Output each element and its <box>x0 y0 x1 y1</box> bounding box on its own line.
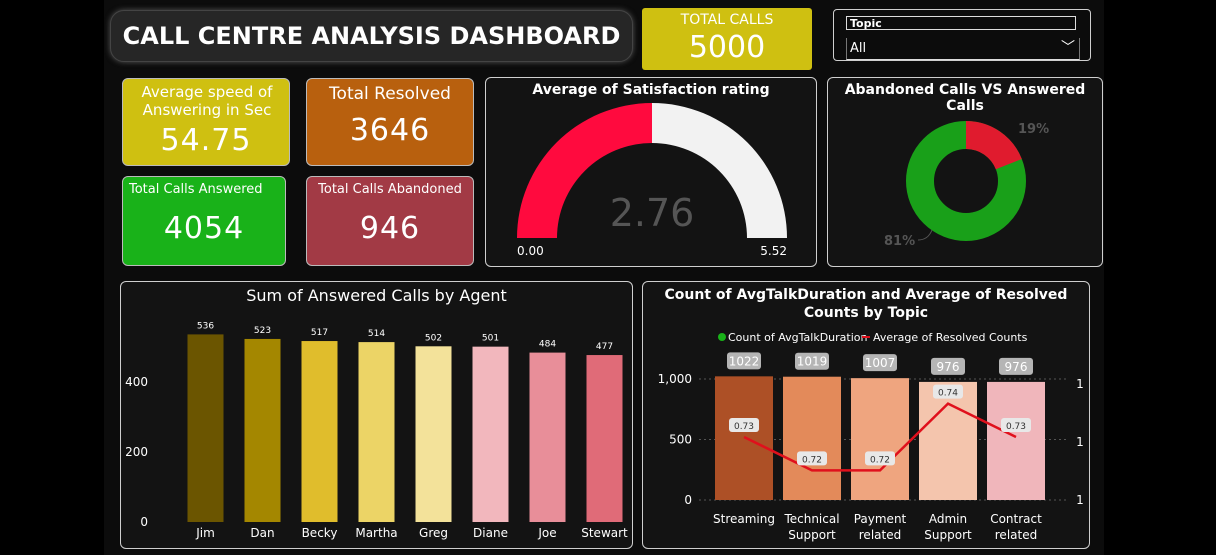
topic-x-tick: related <box>995 528 1037 542</box>
total-calls-card: TOTAL CALLS 5000 <box>642 8 812 70</box>
topic-bar-label: 976 <box>1005 360 1028 374</box>
topic-slicer-label: Topic <box>846 16 1076 30</box>
avg-speed-card: Average speed of Answering in Sec 54.75 <box>122 78 290 166</box>
donut-leader-line <box>917 229 933 241</box>
agent-bar-panel: Sum of Answered Calls by Agent 0 200 400 53… <box>120 281 633 549</box>
topic-bar <box>919 381 977 500</box>
agent-x-tick: Greg <box>419 526 448 540</box>
topic-x-tick: Support <box>924 528 972 542</box>
total-resolved-value: 3646 <box>349 113 431 148</box>
topic-y-tick-left: 0 <box>684 493 692 507</box>
agent-bar <box>415 346 452 522</box>
agent-bar-value-label: 502 <box>425 333 442 343</box>
donut-panel: Abandoned Calls VS Answered Calls 19% 81… <box>827 77 1103 267</box>
agent-bar <box>472 346 509 522</box>
topic-slicer-value: All <box>850 41 867 56</box>
agent-y-tick: 400 <box>125 375 148 389</box>
topic-bar-label: 1022 <box>729 354 760 368</box>
topic-bar <box>851 378 909 500</box>
agent-bar-value-label: 523 <box>254 326 271 336</box>
abandoned-card: Total Calls Abandoned 946 <box>306 176 474 266</box>
agent-x-tick: Dan <box>250 526 274 540</box>
topic-bar <box>783 376 841 500</box>
agent-x-tick: Martha <box>355 526 397 540</box>
dashboard-title: CALL CENTRE ANALYSIS DASHBOARD <box>110 10 633 62</box>
agent-x-tick: Joe <box>537 526 556 540</box>
agent-x-tick: Stewart <box>581 526 628 540</box>
answered-label: Total Calls Answered <box>129 182 263 197</box>
topic-bar <box>987 381 1045 500</box>
topic-bar-label: 1007 <box>865 356 896 370</box>
abandoned-value: 946 <box>359 211 421 246</box>
topic-x-tick: Streaming <box>713 512 775 526</box>
topic-y-tick-right: 1 <box>1076 377 1084 391</box>
total-resolved-card: Total Resolved 3646 <box>306 78 474 166</box>
agent-bar <box>586 355 623 522</box>
topic-line-label: 0.73 <box>1006 422 1026 432</box>
agent-bar-chart: 0 200 400 536 Jim 523 Dan 517 Becky 514 Martha 502 G… <box>125 321 628 540</box>
topic-line-label: 0.72 <box>802 455 822 465</box>
dashboard-title-text: CALL CENTRE ANALYSIS DASHBOARD <box>122 22 621 50</box>
legend-label-line: Average of Resolved Counts <box>873 331 1028 344</box>
topic-bar-label: 1019 <box>797 355 828 369</box>
answered-value: 4054 <box>163 211 245 246</box>
topic-y-tick-left: 1,000 <box>658 372 692 386</box>
topic-x-tick: Payment <box>854 512 907 526</box>
topic-x-tick: related <box>859 528 901 542</box>
agent-bar-value-label: 477 <box>596 342 613 352</box>
legend-dot-bar <box>718 333 726 341</box>
topic-line-label: 0.74 <box>938 389 958 399</box>
gauge-max-label: 5.52 <box>760 244 787 258</box>
agent-y-tick: 0 <box>140 515 148 529</box>
gauge-min-label: 0.00 <box>517 244 544 258</box>
agent-bar <box>529 352 566 522</box>
topic-x-tick: Admin <box>929 512 967 526</box>
agent-x-tick: Becky <box>302 526 338 540</box>
agent-bar-value-label: 484 <box>539 340 556 350</box>
satisfaction-gauge-panel: Average of Satisfaction rating 2.76 0.00… <box>485 77 817 267</box>
chevron-down-icon[interactable]: ﹀ <box>1061 37 1075 59</box>
topic-x-tick: Support <box>788 528 836 542</box>
total-resolved-label: Total Resolved <box>329 84 451 104</box>
donut-svg: 19% 81% <box>884 121 1049 249</box>
topic-y-tick-right: 1 <box>1076 435 1084 449</box>
topic-slicer[interactable]: Topic All ﹀ <box>833 9 1091 61</box>
agent-bar <box>358 342 395 522</box>
total-calls-label: TOTAL CALLS <box>680 12 774 28</box>
total-calls-value: 5000 <box>688 30 766 65</box>
topic-x-tick: Technical <box>783 512 839 526</box>
donut-label-abandoned: 19% <box>1018 122 1049 137</box>
topic-bar-label: 976 <box>937 360 960 374</box>
topic-combo-chart: Count of AvgTalkDuration Average of Resol… <box>658 331 1084 542</box>
avg-speed-label: Average speed of Answering in Sec <box>141 83 273 119</box>
topic-y-tick-left: 500 <box>669 433 692 447</box>
donut-label-answered: 81% <box>884 234 915 249</box>
topic-x-tick: Contract <box>990 512 1042 526</box>
topic-line-label: 0.72 <box>870 455 890 465</box>
agent-x-tick: Diane <box>473 526 508 540</box>
agent-bar-value-label: 514 <box>368 329 385 339</box>
answered-card: Total Calls Answered 4054 <box>122 176 286 266</box>
topic-slicer-dropdown[interactable]: All ﹀ <box>846 38 1080 60</box>
agent-bar <box>187 334 224 522</box>
agent-bar-value-label: 501 <box>482 334 499 344</box>
agent-y-tick: 200 <box>125 445 148 459</box>
topic-combo-panel: Count of AvgTalkDuration and Average of … <box>642 281 1090 549</box>
abandoned-label: Total Calls Abandoned <box>318 182 462 197</box>
topic-y-tick-right: 1 <box>1076 493 1084 507</box>
gauge-value: 2.76 <box>610 191 695 235</box>
topic-line-label: 0.73 <box>734 422 754 432</box>
legend-label-bar: Count of AvgTalkDuration <box>728 331 868 344</box>
agent-bar-value-label: 517 <box>311 328 328 338</box>
agent-bar-value-label: 536 <box>197 321 214 331</box>
agent-x-tick: Jim <box>195 526 215 540</box>
agent-bar <box>244 338 281 522</box>
gauge-svg: 2.76 0.00 5.52 <box>517 103 787 258</box>
agent-bar <box>301 341 338 522</box>
avg-speed-value: 54.75 <box>160 123 252 158</box>
